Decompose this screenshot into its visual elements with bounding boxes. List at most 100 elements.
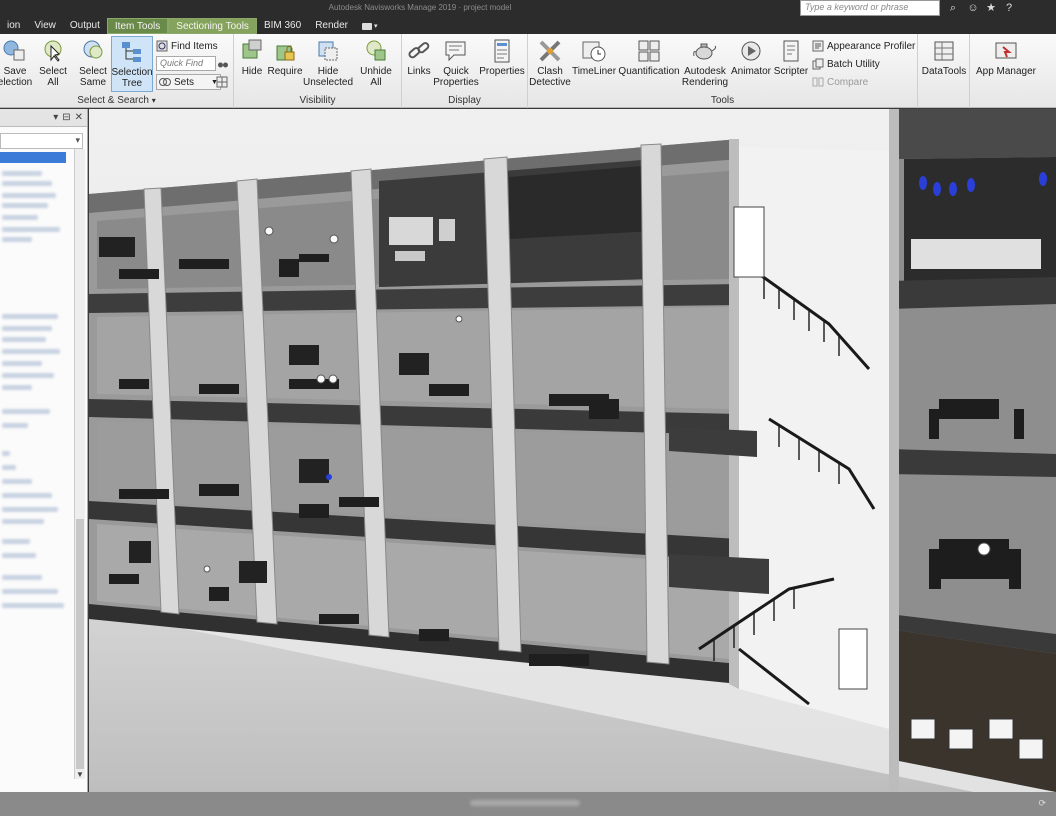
hide-unselected-icon (318, 41, 338, 61)
appearance-profiler-icon (812, 40, 824, 52)
chain-link-icon (408, 42, 430, 59)
compare-button: Compare (812, 74, 868, 90)
quantification-grid-icon (638, 40, 660, 62)
panel-datatools: DataTools (918, 34, 970, 108)
unhide-all-button[interactable]: Unhide All (358, 36, 394, 88)
panel-header: ▾ ⊟ ✕ (0, 109, 87, 127)
search-input[interactable]: Type a keyword or phrase (800, 0, 940, 16)
scroll-script-icon (783, 40, 799, 62)
ribbon-tabs: ion View Output Item Tools Sectioning To… (0, 18, 385, 34)
close-icon[interactable]: ✕ (75, 112, 83, 123)
app-manager-icon (995, 42, 1017, 59)
binoculars-icon[interactable]: ⌕ (946, 1, 960, 15)
quick-find-search-button[interactable] (217, 56, 229, 72)
scripter-button[interactable]: Scripter (774, 36, 808, 77)
quick-find-input[interactable]: Quick Find (156, 56, 216, 71)
select-same-icon (83, 40, 103, 59)
help-icon[interactable]: ? (1002, 1, 1016, 15)
tab-view[interactable]: View (27, 18, 63, 34)
manage-sets-button[interactable] (216, 74, 228, 90)
animator-button[interactable]: Animator (730, 36, 772, 77)
dock-icon[interactable]: ⊟ (62, 112, 70, 123)
panel-app-manager: App Manager (970, 34, 1042, 108)
clash-icon (539, 40, 561, 62)
tree-hierarchy-icon (122, 42, 141, 62)
panel-display: Links Quick Properties Properties Displa… (402, 34, 528, 108)
clash-detective-button[interactable]: Clash Detective (529, 36, 571, 88)
find-items-button[interactable]: Find Items (156, 38, 218, 54)
status-bar: ⟳ (0, 792, 1056, 816)
autodesk-rendering-button[interactable]: Autodesk Rendering (682, 36, 728, 88)
building-section-model[interactable] (89, 109, 1056, 792)
selection-tree-button[interactable]: Selection Tree (111, 36, 153, 92)
quantification-button[interactable]: Quantification (618, 36, 680, 77)
batch-utility-icon (812, 58, 824, 70)
panel-tools: Clash Detective TimeLiner Quantification… (528, 34, 918, 108)
pin-icon[interactable]: ▾ (53, 112, 58, 123)
sets-dropdown[interactable]: Sets ▼ (156, 74, 221, 90)
tab-render[interactable]: Render (308, 18, 355, 34)
selection-tree-view-dropdown[interactable]: ▾ (0, 133, 83, 149)
properties-sheet-icon (494, 39, 510, 63)
datatools-button[interactable]: DataTools (920, 36, 968, 77)
links-button[interactable]: Links (404, 36, 434, 77)
teapot-icon (693, 43, 717, 60)
save-selection-icon (3, 40, 25, 61)
ribbon-options-button[interactable]: ▾ (355, 18, 385, 34)
panel-title-visibility: Visibility (299, 95, 336, 106)
timeliner-clock-icon (582, 41, 606, 62)
hide-button[interactable]: Hide (238, 36, 266, 77)
quick-properties-button[interactable]: Quick Properties (433, 36, 479, 88)
appearance-profiler-button[interactable]: Appearance Profiler (812, 38, 915, 54)
camera-icon (362, 23, 372, 30)
binoculars-icon (218, 62, 228, 68)
main-building (89, 139, 739, 684)
star-icon[interactable]: ★ (984, 1, 998, 15)
timeliner-button[interactable]: TimeLiner (572, 36, 616, 77)
status-text-blurred (470, 800, 580, 806)
panel-title-tools: Tools (710, 95, 735, 106)
require-button[interactable]: Require (267, 36, 303, 77)
require-lock-icon (276, 45, 295, 61)
tree-scrollbar[interactable]: ▼ (74, 149, 85, 779)
unhide-all-icon (366, 40, 386, 61)
select-same-button[interactable]: Select Same (76, 36, 110, 88)
selection-tree-panel: ▾ ⊟ ✕ ▾ ▼ (0, 109, 88, 792)
tab-item-tools[interactable]: Item Tools (106, 18, 169, 34)
right-building (889, 109, 1056, 792)
select-all-button[interactable]: Select All (36, 36, 70, 88)
sets-icon (159, 78, 171, 86)
chevron-down-icon: ▾ (374, 22, 378, 30)
animator-icon (741, 41, 761, 61)
page-indicator-icon[interactable]: ⟳ (1038, 798, 1046, 809)
ribbon: Save election Select All Select Same Sel… (0, 34, 1056, 108)
compare-icon (812, 77, 824, 87)
batch-utility-button[interactable]: Batch Utility (812, 56, 880, 72)
window-title-blurred: Autodesk Navisworks Manage 2019 · projec… (328, 3, 512, 12)
chevron-down-icon[interactable]: ▾ (152, 96, 156, 105)
chevron-down-icon: ▾ (75, 135, 80, 145)
tab-animation[interactable]: ion (0, 18, 27, 34)
cursor-arrow-icon (44, 40, 62, 62)
find-items-icon (156, 40, 168, 52)
3d-viewport[interactable] (89, 109, 1056, 792)
selected-tree-row[interactable] (0, 152, 66, 163)
user-icon[interactable]: ☺ (966, 1, 980, 15)
panel-title-display: Display (448, 95, 481, 106)
hide-unselected-button[interactable]: Hide Unselected (302, 36, 354, 88)
save-selection-button[interactable]: Save election (0, 36, 32, 88)
chevron-down-icon[interactable]: ▼ (76, 770, 84, 779)
datatools-icon (934, 41, 954, 61)
panel-select-search: Save election Select All Select Same Sel… (0, 34, 234, 108)
grid-sets-icon (216, 76, 228, 88)
tab-bim-360[interactable]: BIM 360 (257, 18, 308, 34)
tab-sectioning-tools[interactable]: Sectioning Tools (168, 18, 257, 34)
speech-bubble-icon (445, 41, 466, 62)
tab-output[interactable]: Output (63, 18, 107, 34)
panel-title-select-search: Select & Search ▾ (77, 95, 156, 106)
properties-button[interactable]: Properties (479, 36, 525, 77)
app-manager-button[interactable]: App Manager (974, 36, 1038, 77)
scrollbar-thumb[interactable] (76, 519, 84, 769)
hide-icon (242, 39, 262, 59)
panel-visibility: Hide Require Hide Unselected Unhide All … (234, 34, 402, 108)
